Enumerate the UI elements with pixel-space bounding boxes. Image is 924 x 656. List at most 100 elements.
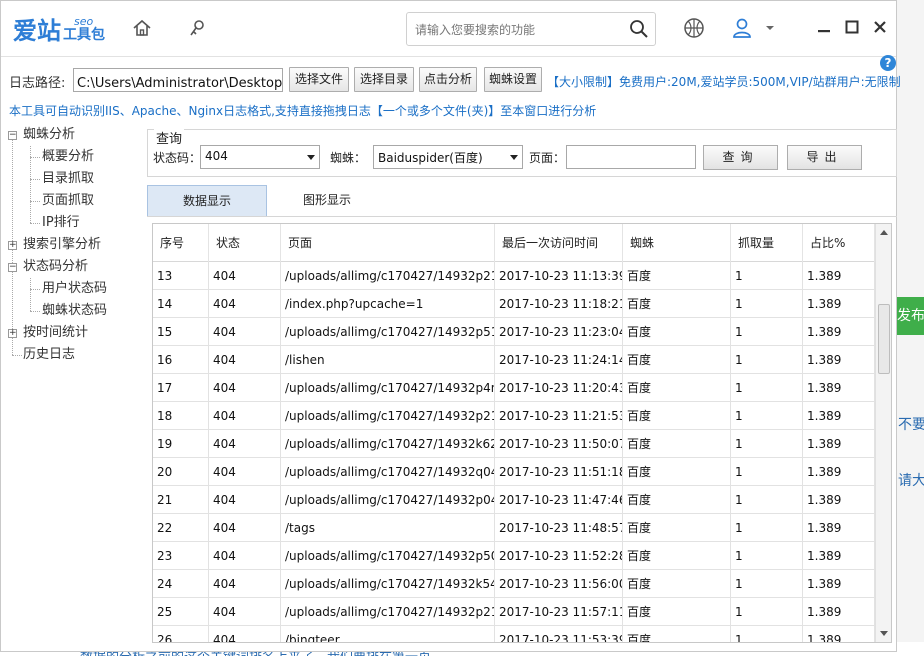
tree-line xyxy=(30,201,40,202)
choose-dir-button[interactable]: 选择目录 xyxy=(354,67,414,92)
table-row[interactable]: 21 404/uploads/allimg/c170427/14932p04v 20… xyxy=(153,486,875,514)
search-input[interactable] xyxy=(415,20,625,40)
column-header[interactable]: 蜘蛛 xyxy=(623,224,731,262)
table-row[interactable]: 22 404/tags 2017-10-23 11:48:57 百度 1 1.389 xyxy=(153,514,875,542)
table-row[interactable]: 18 404/uploads/allimg/c170427/14932p210 20… xyxy=(153,402,875,430)
table-row[interactable]: 24 404/uploads/allimg/c170427/14932k545 20… xyxy=(153,570,875,598)
table-cell: 1.389 xyxy=(803,542,875,570)
tree-collapse-toggle[interactable]: − xyxy=(8,131,17,140)
close-button[interactable] xyxy=(870,17,890,37)
table-cell: 百度 xyxy=(623,318,731,346)
logo-seo-text: seo xyxy=(74,15,94,28)
table-cell: 18 xyxy=(153,402,209,430)
column-header[interactable]: 序号 xyxy=(153,224,209,262)
scroll-down-icon[interactable] xyxy=(880,631,888,636)
table-row[interactable]: 14 404/index.php?upcache=1 2017-10-23 11:1… xyxy=(153,290,875,318)
tab-chart-display[interactable]: 图形显示 xyxy=(267,185,387,216)
table-cell: 404 xyxy=(209,514,281,542)
tree-line xyxy=(12,355,22,356)
sidebar-item-spider-status[interactable]: 蜘蛛状态码 xyxy=(42,301,107,321)
table-cell: /uploads/allimg/c170427/14932k545 xyxy=(281,570,495,598)
maximize-button[interactable] xyxy=(842,17,862,37)
table-cell: 百度 xyxy=(623,626,731,642)
choose-file-button[interactable]: 选择文件 xyxy=(289,67,349,92)
table-body: 13 404/uploads/allimg/c170427/14932p211 20… xyxy=(153,262,875,642)
table-row[interactable]: 23 404/uploads/allimg/c170427/14932p506 20… xyxy=(153,542,875,570)
table-cell: 2017-10-23 11:50:07 xyxy=(495,430,623,458)
table-cell: /uploads/allimg/c170427/14932p210 xyxy=(281,598,495,626)
background-publish-button[interactable]: 发布 xyxy=(897,297,924,335)
tree-line xyxy=(30,289,40,290)
table-cell: 23 xyxy=(153,542,209,570)
sidebar-item-overview[interactable]: 概要分析 xyxy=(42,147,94,167)
data-table: 序号 状态 页面 最后一次访问时间 蜘蛛 抓取量 占比% 13 404/uploa… xyxy=(152,223,892,643)
chevron-down-icon[interactable] xyxy=(763,15,777,41)
click-analyze-button[interactable]: 点击分析 xyxy=(419,67,477,92)
table-row[interactable]: 16 404/lishen 2017-10-23 11:24:14 百度 1 1.389 xyxy=(153,346,875,374)
table-cell: 404 xyxy=(209,262,281,290)
table-row[interactable]: 17 404/uploads/allimg/c170427/14932p4n5 20… xyxy=(153,374,875,402)
table-cell: 1.389 xyxy=(803,458,875,486)
home-icon[interactable] xyxy=(129,15,155,41)
sidebar-item-by-time[interactable]: 按时间统计 xyxy=(23,323,88,343)
status-code-select[interactable]: 404 xyxy=(200,145,320,169)
query-button[interactable]: 查询 xyxy=(703,145,778,170)
user-icon[interactable] xyxy=(729,15,755,41)
table-cell: /uploads/allimg/c170427/14932p04v xyxy=(281,486,495,514)
table-cell: 1.389 xyxy=(803,598,875,626)
table-cell: 17 xyxy=(153,374,209,402)
sidebar-item-spider-analysis[interactable]: 蜘蛛分析 xyxy=(23,125,75,145)
basketball-icon[interactable] xyxy=(681,15,707,41)
table-row[interactable]: 20 404/uploads/allimg/c170427/14932q04v 20… xyxy=(153,458,875,486)
column-header[interactable]: 抓取量 xyxy=(731,224,803,262)
table-cell: 404 xyxy=(209,570,281,598)
sidebar-item-status-code[interactable]: 状态码分析 xyxy=(23,257,88,277)
sidebar-item-page-crawl[interactable]: 页面抓取 xyxy=(42,191,94,211)
table-row[interactable]: 19 404/uploads/allimg/c170427/14932k622 20… xyxy=(153,430,875,458)
chevron-down-icon xyxy=(510,155,518,160)
spider-settings-button[interactable]: 蜘蛛设置 xyxy=(484,67,542,92)
column-header[interactable]: 占比% xyxy=(803,224,875,262)
column-header[interactable]: 最后一次访问时间 xyxy=(495,224,623,262)
table-cell: 1.389 xyxy=(803,514,875,542)
tree-collapse-toggle[interactable]: − xyxy=(8,263,17,272)
tree-expand-toggle[interactable]: + xyxy=(8,329,17,338)
page-label: 页面： xyxy=(529,151,566,165)
sidebar-item-history[interactable]: 历史日志 xyxy=(23,345,75,365)
log-path-input[interactable]: C:\Users\Administrator\Desktop\网 xyxy=(73,68,283,92)
page-input[interactable] xyxy=(566,145,696,169)
status-code-label: 状态码： xyxy=(153,151,202,165)
spider-select[interactable]: Baiduspider(百度) xyxy=(373,145,523,169)
table-cell: 百度 xyxy=(623,570,731,598)
column-header[interactable]: 状态 xyxy=(209,224,281,262)
table-row[interactable]: 13 404/uploads/allimg/c170427/14932p211 20… xyxy=(153,262,875,290)
scroll-thumb[interactable] xyxy=(878,304,890,374)
tree-line xyxy=(30,179,40,180)
vertical-scrollbar[interactable] xyxy=(875,224,891,642)
table-cell: 2017-10-23 11:24:14 xyxy=(495,346,623,374)
tools-icon[interactable] xyxy=(185,15,211,41)
search-box[interactable] xyxy=(406,12,656,46)
table-cell: 2017-10-23 11:13:39 xyxy=(495,262,623,290)
sidebar-item-ip-rank[interactable]: IP排行 xyxy=(42,213,80,233)
table-row[interactable]: 15 404/uploads/allimg/c170427/14932p51y 20… xyxy=(153,318,875,346)
table-cell: 14 xyxy=(153,290,209,318)
table-cell: /tags xyxy=(281,514,495,542)
scroll-up-icon[interactable] xyxy=(880,230,888,235)
sidebar-item-search-engine[interactable]: 搜索引擎分析 xyxy=(23,235,101,255)
tab-data-display[interactable]: 数据显示 xyxy=(147,185,267,216)
table-row[interactable]: 26 404/bingteer 2017-10-23 11:53:39 百度 1 1.38… xyxy=(153,626,875,642)
table-row[interactable]: 25 404/uploads/allimg/c170427/14932p210 20… xyxy=(153,598,875,626)
table-cell: 百度 xyxy=(623,458,731,486)
table-cell: 1.389 xyxy=(803,402,875,430)
search-icon[interactable] xyxy=(629,19,649,43)
tree-expand-toggle[interactable]: + xyxy=(8,241,17,250)
background-text: 不要 xyxy=(898,417,924,433)
table-cell: 24 xyxy=(153,570,209,598)
sidebar-item-dir-crawl[interactable]: 目录抓取 xyxy=(42,169,94,189)
column-header[interactable]: 页面 xyxy=(281,224,495,262)
export-button[interactable]: 导出 xyxy=(787,145,862,170)
table-cell: 20 xyxy=(153,458,209,486)
sidebar-item-user-status[interactable]: 用户状态码 xyxy=(42,279,107,299)
minimize-button[interactable] xyxy=(814,17,834,37)
